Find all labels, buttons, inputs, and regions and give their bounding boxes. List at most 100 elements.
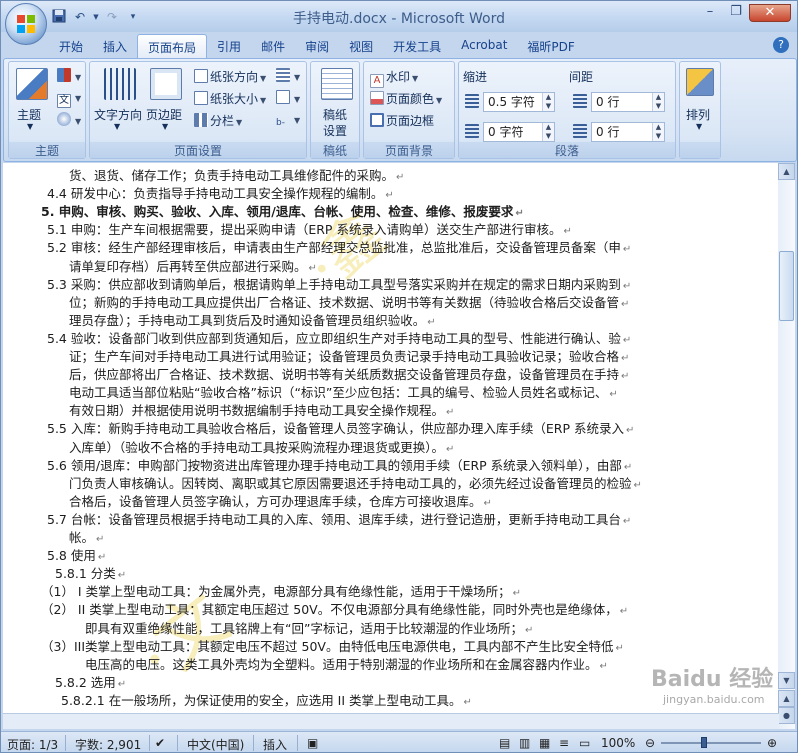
paragraph-mark-icon: ↵ bbox=[385, 190, 394, 202]
paragraph-mark-icon: ↵ bbox=[427, 316, 436, 328]
paragraph-mark-icon: ↵ bbox=[483, 497, 492, 509]
tab-mailings[interactable]: 邮件 bbox=[251, 34, 295, 58]
indent-left-field[interactable]: 0.5 字符 ▲ ▼ bbox=[483, 92, 555, 112]
help-icon[interactable]: ? bbox=[773, 37, 789, 53]
draft-paper-button[interactable]: 稿纸 设置 bbox=[317, 66, 357, 140]
zoom-in-icon[interactable]: ⊕ bbox=[767, 736, 777, 750]
page-border-button[interactable]: 页面边框 bbox=[370, 112, 434, 129]
text-direction-button[interactable]: 文字方向 ▼ bbox=[94, 66, 144, 140]
document-page[interactable]: ·鑫 ·文 货、退货、储存工作；负责手持电动工具维修配件的采购。 ↵ 4.4 研发中… bbox=[3, 163, 779, 729]
status-page[interactable]: 页面: 1/3 bbox=[7, 736, 58, 752]
horizontal-scrollbar[interactable] bbox=[3, 713, 779, 729]
columns-button[interactable]: 分栏 ▼ bbox=[194, 112, 242, 129]
tab-foxit-pdf[interactable]: 福昕PDF bbox=[517, 34, 584, 58]
tab-home[interactable]: 开始 bbox=[49, 34, 93, 58]
tab-insert[interactable]: 插入 bbox=[93, 34, 137, 58]
status-language[interactable]: 中文(中国) bbox=[187, 736, 244, 752]
paragraph-mark-icon: ↵ bbox=[308, 262, 317, 274]
theme-button[interactable]: 主题 ▼ bbox=[13, 66, 51, 140]
watermark-button[interactable]: A 水印 ▼ bbox=[370, 68, 418, 88]
document-line: 5.3 采购：供应部收到请购单后，根据请购单上手持电动工具型号落实采购并在规定的… bbox=[47, 276, 631, 296]
paragraph-mark-icon: ↵ bbox=[621, 371, 630, 383]
group-page-background: A 水印 ▼ 页面颜色 ▼ 页面边框 页面背景 bbox=[363, 61, 455, 159]
tab-acrobat[interactable]: Acrobat bbox=[451, 34, 517, 58]
view-draft-icon[interactable]: ▭ bbox=[579, 736, 590, 750]
select-browse-icon[interactable]: ● bbox=[778, 707, 795, 724]
view-full-screen-icon[interactable]: ▥ bbox=[519, 736, 530, 750]
tab-page-layout[interactable]: 页面布局 bbox=[137, 34, 208, 58]
scroll-thumb[interactable] bbox=[779, 251, 794, 321]
proofing-icon[interactable]: ✔ bbox=[155, 736, 165, 750]
view-print-layout-icon[interactable]: ▤ bbox=[499, 736, 510, 750]
document-line-text: 5.8 使用 bbox=[47, 548, 96, 564]
zoom-slider[interactable] bbox=[661, 742, 761, 744]
document-line-text: （3）III类掌上型电动工具：其额定电压不超过 50V。由特低电压电源供电，工具… bbox=[41, 638, 614, 654]
zoom-out-icon[interactable]: ⊖ bbox=[645, 736, 655, 750]
line-numbers-button[interactable]: ▼ bbox=[276, 90, 300, 105]
macro-record-icon[interactable]: ▣ bbox=[307, 736, 318, 750]
space-after-icon bbox=[573, 124, 587, 138]
page-color-button[interactable]: 页面颜色 ▼ bbox=[370, 90, 442, 107]
indent-right-field[interactable]: 0 字符 ▲ ▼ bbox=[483, 122, 555, 142]
space-before-field[interactable]: 0 行 ▲ ▼ bbox=[591, 92, 665, 112]
indent-right-value: 0 字符 bbox=[488, 125, 524, 139]
paragraph-mark-icon: ↵ bbox=[623, 461, 633, 473]
scroll-down-icon[interactable]: ▼ bbox=[778, 672, 795, 689]
title-bar: ↶ ▼ ↷ ▾ 手持电动.docx - Microsoft Word – ❐ ✕ bbox=[1, 1, 797, 32]
status-insert-mode[interactable]: 插入 bbox=[263, 736, 287, 752]
prev-page-icon[interactable]: ▲ bbox=[778, 690, 795, 707]
document-line-text: 5.8.1 分类 bbox=[55, 566, 116, 582]
spinner-arrows-icon[interactable]: ▲ ▼ bbox=[652, 93, 664, 111]
breaks-button[interactable]: ▼ bbox=[276, 68, 300, 83]
hyphenation-icon: b- bbox=[276, 118, 285, 128]
close-icon[interactable]: ✕ bbox=[749, 4, 791, 22]
arrange-label: 排列 bbox=[686, 108, 711, 122]
document-line: 5.4 验收：设备部门收到供应部到货通知后，应立即组织生产对手持电动工具的型号、… bbox=[47, 330, 631, 350]
indent-right-icon bbox=[465, 124, 479, 138]
orientation-button[interactable]: 纸张方向 ▼ bbox=[194, 68, 266, 85]
size-icon bbox=[194, 91, 208, 105]
scroll-up-icon[interactable]: ▲ bbox=[778, 163, 795, 180]
arrange-button[interactable]: 排列 ▼ bbox=[684, 66, 718, 140]
group-page-setup: 文字方向 ▼ 页边距 ▼ 纸张方向 ▼ 纸张大小 ▼ 分栏 ▼ ▼ ▼ b- ▼ 页面设… bbox=[89, 61, 307, 159]
document-line-text: 后，供应部将出厂合格证、技术数据、说明书等有关纸质数据交设备管理员存盘，设备管理… bbox=[69, 367, 620, 383]
paragraph-mark-icon: ↵ bbox=[446, 443, 455, 455]
document-line: 后，供应部将出厂合格证、技术数据、说明书等有关纸质数据交设备管理员存盘，设备管理… bbox=[69, 366, 629, 386]
draft-paper-icon bbox=[321, 68, 353, 100]
tab-developer[interactable]: 开发工具 bbox=[383, 34, 451, 58]
spinner-arrows-icon[interactable]: ▲ ▼ bbox=[542, 93, 554, 111]
document-line-text: （2） II 类掌上型电动工具：其额定电压超过 50V。不仅电源部分具有绝缘性能… bbox=[41, 602, 618, 618]
theme-colors-button[interactable]: ▼ bbox=[57, 68, 81, 83]
tab-references[interactable]: 引用 bbox=[207, 34, 251, 58]
theme-effects-button[interactable]: ▼ bbox=[57, 112, 81, 127]
word-window: ↶ ▼ ↷ ▾ 手持电动.docx - Microsoft Word – ❐ ✕… bbox=[0, 0, 798, 753]
space-after-field[interactable]: 0 行 ▲ ▼ bbox=[591, 122, 665, 142]
status-words[interactable]: 字数: 2,901 bbox=[75, 736, 141, 752]
office-button[interactable] bbox=[5, 3, 47, 45]
document-line-text: 5.8.2 选用 bbox=[55, 674, 116, 690]
status-zoom[interactable]: 100% bbox=[601, 736, 635, 750]
vertical-scrollbar[interactable]: ▲ ▼ ▲ ● bbox=[778, 163, 795, 729]
theme-fonts-button[interactable]: 文 ▼ bbox=[57, 90, 81, 108]
tab-review[interactable]: 审阅 bbox=[295, 34, 339, 58]
indent-left-value: 0.5 字符 bbox=[488, 95, 535, 109]
zoom-slider-knob[interactable] bbox=[701, 737, 707, 748]
restore-icon[interactable]: ❐ bbox=[723, 4, 749, 22]
view-web-layout-icon[interactable]: ▦ bbox=[539, 736, 550, 750]
margins-button[interactable]: 页边距 ▼ bbox=[146, 66, 186, 140]
document-line: 5.2 审核：经生产部经理审核后，申请表由生产部经理交总监批准，总监批准后，交设… bbox=[47, 239, 631, 259]
document-line: （1） I 类掌上型电动工具：为金属外壳，电源部分具有绝缘性能，适用于干燥场所；… bbox=[41, 583, 521, 603]
document-line-text: 5.8.2.1 在一般场所，为保证使用的安全，应选用 II 类掌上型电动工具。 bbox=[61, 692, 462, 708]
hyphenation-button[interactable]: b- ▼ bbox=[276, 112, 300, 130]
size-button[interactable]: 纸张大小 ▼ bbox=[194, 90, 266, 107]
indent-left-icon bbox=[465, 94, 479, 108]
document-line-text: 5.3 采购：供应部收到请购单后，根据请购单上手持电动工具型号落实采购并在规定的… bbox=[47, 276, 621, 292]
paragraph-mark-icon: ↵ bbox=[619, 606, 629, 618]
minimize-icon[interactable]: – bbox=[697, 4, 723, 22]
document-line: 理员存盘）；手持电动工具到货后及时通知设备管理员组织验收。 ↵ bbox=[69, 312, 436, 332]
view-outline-icon[interactable]: ≡ bbox=[559, 736, 569, 750]
group-page-background-label: 页面背景 bbox=[364, 142, 454, 158]
tab-view[interactable]: 视图 bbox=[339, 34, 383, 58]
spinner-arrows-icon[interactable]: ▲ ▼ bbox=[542, 123, 554, 141]
spinner-arrows-icon[interactable]: ▲ ▼ bbox=[652, 123, 664, 141]
